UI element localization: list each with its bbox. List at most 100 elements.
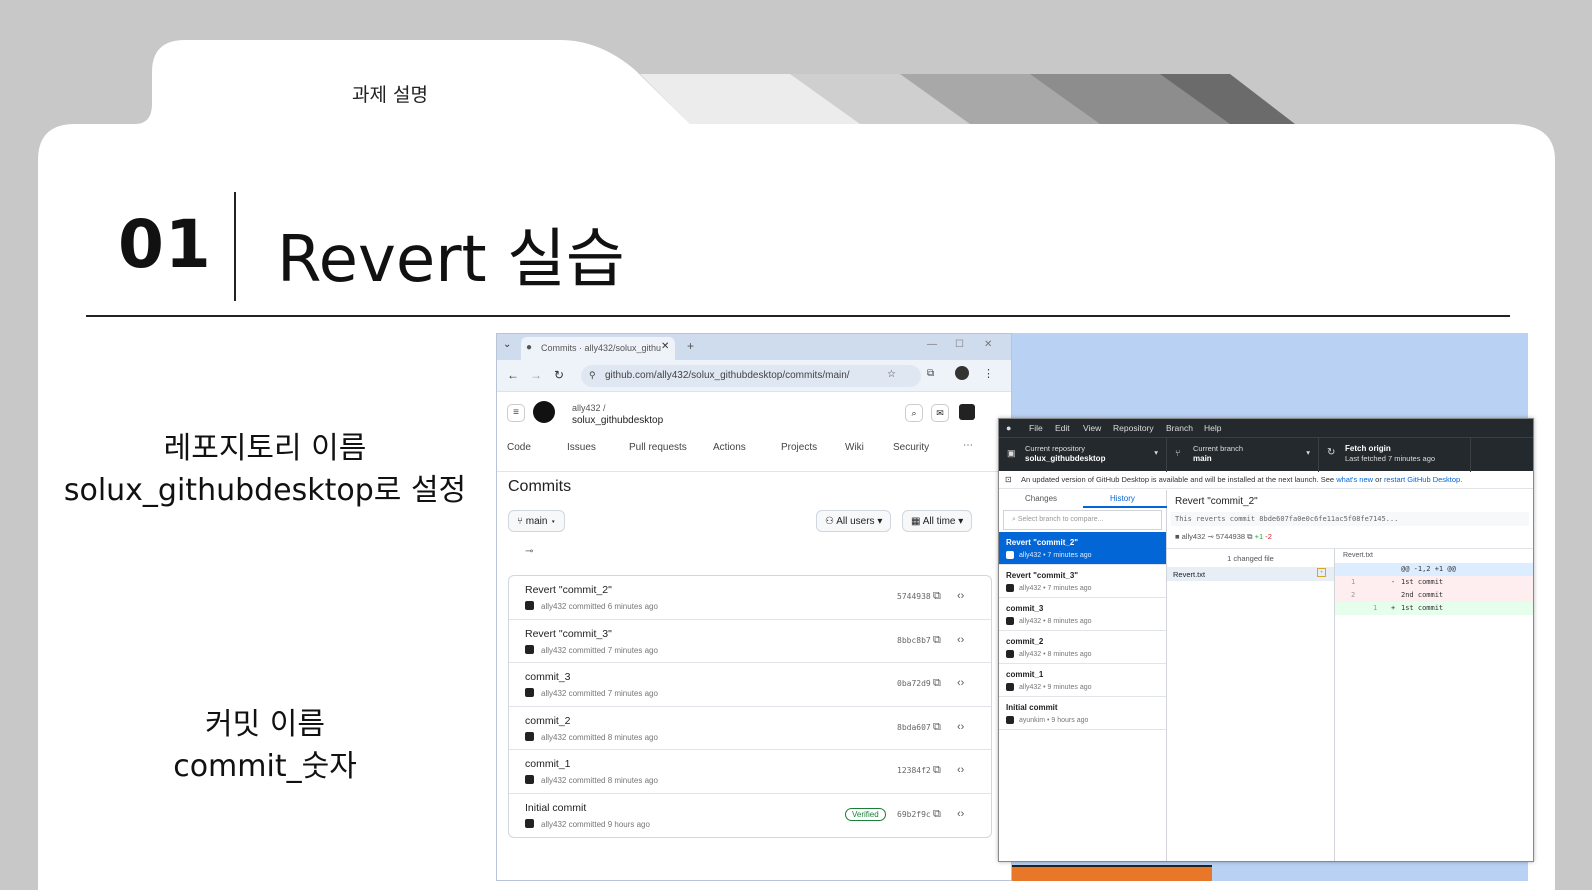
menu-branch[interactable]: Branch xyxy=(1166,423,1193,433)
history-item[interactable]: commit_2 ally432 • 8 minutes ago xyxy=(999,631,1166,664)
github-logo-icon[interactable] xyxy=(533,401,555,423)
history-item[interactable]: Initial commit ayunkim • 9 hours ago xyxy=(999,697,1166,730)
tab-list-icon[interactable]: ⌄ xyxy=(503,339,511,350)
commit-title[interactable]: Initial commit xyxy=(525,802,586,814)
browse-code-icon[interactable]: ‹› xyxy=(957,764,964,776)
commit-sha[interactable]: 0ba72d9 xyxy=(897,679,931,688)
copy-icon[interactable]: ⧉ xyxy=(933,590,941,603)
commit-row[interactable]: commit_2 ally432 committed 8 minutes ago 8… xyxy=(509,707,991,750)
browse-code-icon[interactable]: ‹› xyxy=(957,590,964,602)
commit-sha[interactable]: 69b2f9c xyxy=(897,810,931,819)
back-icon[interactable]: ← xyxy=(507,368,519,382)
commit-row[interactable]: commit_1 ally432 committed 8 minutes ago 1… xyxy=(509,750,991,794)
history-meta: ally432 • 8 minutes ago xyxy=(1019,651,1092,658)
fetch-origin-button[interactable]: ↻ Fetch origin Last fetched 7 minutes ag… xyxy=(1319,438,1471,472)
commit-row[interactable]: Revert "commit_2" ally432 committed 6 min… xyxy=(509,576,991,620)
history-sidebar: Changes History ⌕ Select branch to compa… xyxy=(999,490,1167,861)
new-tab-icon[interactable]: + xyxy=(687,339,694,353)
branch-select-button[interactable]: ⑂ main ▾ xyxy=(508,510,566,532)
commit-sha[interactable]: 8bbc8b7 xyxy=(897,636,931,645)
branch-icon: ⑂ xyxy=(1175,448,1181,458)
time-filter-button[interactable]: ▦ All time ▾ xyxy=(902,510,973,532)
search-icon[interactable]: ⌕ xyxy=(905,404,923,422)
copy-icon[interactable]: ⧉ xyxy=(933,634,941,647)
star-icon[interactable]: ☆ xyxy=(887,369,896,380)
repo-name[interactable]: solux_githubdesktop xyxy=(572,415,663,426)
commit-sha[interactable]: 5744938 xyxy=(897,592,931,601)
commit-title[interactable]: Revert "commit_3" xyxy=(525,628,612,640)
nav-projects[interactable]: Projects xyxy=(781,442,817,453)
copy-icon[interactable]: ⧉ xyxy=(933,808,941,821)
copy-icon[interactable]: ⧉ xyxy=(933,677,941,690)
verified-badge[interactable]: Verified xyxy=(845,807,886,821)
menu-view[interactable]: View xyxy=(1083,423,1101,433)
history-item[interactable]: commit_3 ally432 • 8 minutes ago xyxy=(999,598,1166,631)
reload-icon[interactable]: ↻ xyxy=(554,368,564,382)
copy-icon[interactable]: ⧉ xyxy=(1247,532,1254,541)
repository-selector[interactable]: ▣ Current repository solux_githubdesktop… xyxy=(999,438,1167,472)
history-item[interactable]: Revert "commit_2" ally432 • 7 minutes ago xyxy=(999,532,1166,565)
window-close-icon[interactable]: ✕ xyxy=(984,339,992,350)
whats-new-link[interactable]: what's new xyxy=(1336,475,1373,484)
author-avatar[interactable] xyxy=(525,731,534,741)
section-divider xyxy=(234,192,236,301)
tab-close-icon[interactable]: ✕ xyxy=(661,341,669,352)
author-avatar[interactable] xyxy=(525,818,534,828)
author-avatar[interactable] xyxy=(525,601,534,610)
history-list: Revert "commit_2" ally432 • 7 minutes ago… xyxy=(999,532,1166,730)
nav-security[interactable]: Security xyxy=(893,442,929,453)
copy-icon[interactable]: ⧉ xyxy=(933,764,941,777)
commit-sha: 5744938 xyxy=(1215,532,1246,541)
menu-file[interactable]: File xyxy=(1029,423,1043,433)
nav-actions[interactable]: Actions xyxy=(713,442,746,453)
file-item[interactable]: Revert.txt • xyxy=(1167,567,1334,581)
browser-menu-icon[interactable]: ⋮ xyxy=(983,367,994,380)
nav-issues[interactable]: Issues xyxy=(567,442,596,453)
author-avatar[interactable] xyxy=(525,775,534,784)
maximize-icon[interactable]: ☐ xyxy=(955,339,964,350)
users-filter-button[interactable]: ⚇ All users ▾ xyxy=(816,510,892,532)
diff-sign: + xyxy=(1391,604,1396,612)
history-item[interactable]: Revert "commit_3" ally432 • 7 minutes ago xyxy=(999,565,1166,598)
author-avatar-icon: ■ xyxy=(1175,532,1182,541)
nav-pull-requests[interactable]: Pull requests xyxy=(629,442,687,453)
commit-title[interactable]: commit_2 xyxy=(525,715,571,727)
nav-wiki[interactable]: Wiki xyxy=(845,442,864,453)
hamburger-icon[interactable]: ≡ xyxy=(507,404,525,422)
browse-code-icon[interactable]: ‹› xyxy=(957,634,964,646)
user-avatar[interactable] xyxy=(959,404,975,420)
branch-selector[interactable]: ⑂ Current branch main ▾ xyxy=(1167,438,1319,472)
commit-title[interactable]: commit_3 xyxy=(525,671,571,683)
commit-title[interactable]: Revert "commit_2" xyxy=(525,584,612,596)
commit-sha[interactable]: 8bda607 xyxy=(897,723,931,732)
minimize-icon[interactable]: — xyxy=(927,339,937,350)
inbox-icon[interactable]: ✉ xyxy=(931,404,949,422)
browse-code-icon[interactable]: ‹› xyxy=(957,677,964,689)
author-avatar[interactable] xyxy=(525,644,534,654)
url-field[interactable]: ⚲ github.com/ally432/solux_githubdesktop… xyxy=(581,365,921,387)
menu-help[interactable]: Help xyxy=(1204,423,1221,433)
more-icon[interactable]: ⋯ xyxy=(963,440,973,451)
restart-link[interactable]: restart GitHub Desktop. xyxy=(1384,475,1462,484)
commit-row[interactable]: Initial commit ally432 committed 9 hours … xyxy=(509,794,991,838)
profile-avatar[interactable] xyxy=(955,366,969,380)
menu-edit[interactable]: Edit xyxy=(1055,423,1070,433)
menu-repository[interactable]: Repository xyxy=(1113,423,1154,433)
commit-row[interactable]: Revert "commit_3" ally432 committed 7 min… xyxy=(509,620,991,663)
repo-owner[interactable]: ally432 / xyxy=(572,402,663,414)
browse-code-icon[interactable]: ‹› xyxy=(957,721,964,733)
commit-sha[interactable]: 12384f2 xyxy=(897,766,931,775)
browser-tab[interactable]: ● Commits · ally432/solux_githu xyxy=(521,337,675,360)
copy-icon[interactable]: ⧉ xyxy=(933,721,941,734)
compare-branch-input[interactable]: ⌕ Select branch to compare... xyxy=(1003,510,1162,530)
tab-changes[interactable]: Changes xyxy=(1025,494,1057,503)
author-avatar[interactable] xyxy=(525,688,534,697)
commit-title[interactable]: commit_1 xyxy=(525,758,571,770)
commit-row[interactable]: commit_3 ally432 committed 7 minutes ago 0… xyxy=(509,663,991,707)
browse-code-icon[interactable]: ‹› xyxy=(957,808,964,820)
extensions-icon[interactable]: ⧉ xyxy=(927,368,934,379)
nav-code[interactable]: Code xyxy=(507,442,531,453)
forward-icon[interactable]: → xyxy=(530,368,542,382)
tab-history[interactable]: History xyxy=(1110,494,1135,503)
history-item[interactable]: commit_1 ally432 • 9 minutes ago xyxy=(999,664,1166,697)
